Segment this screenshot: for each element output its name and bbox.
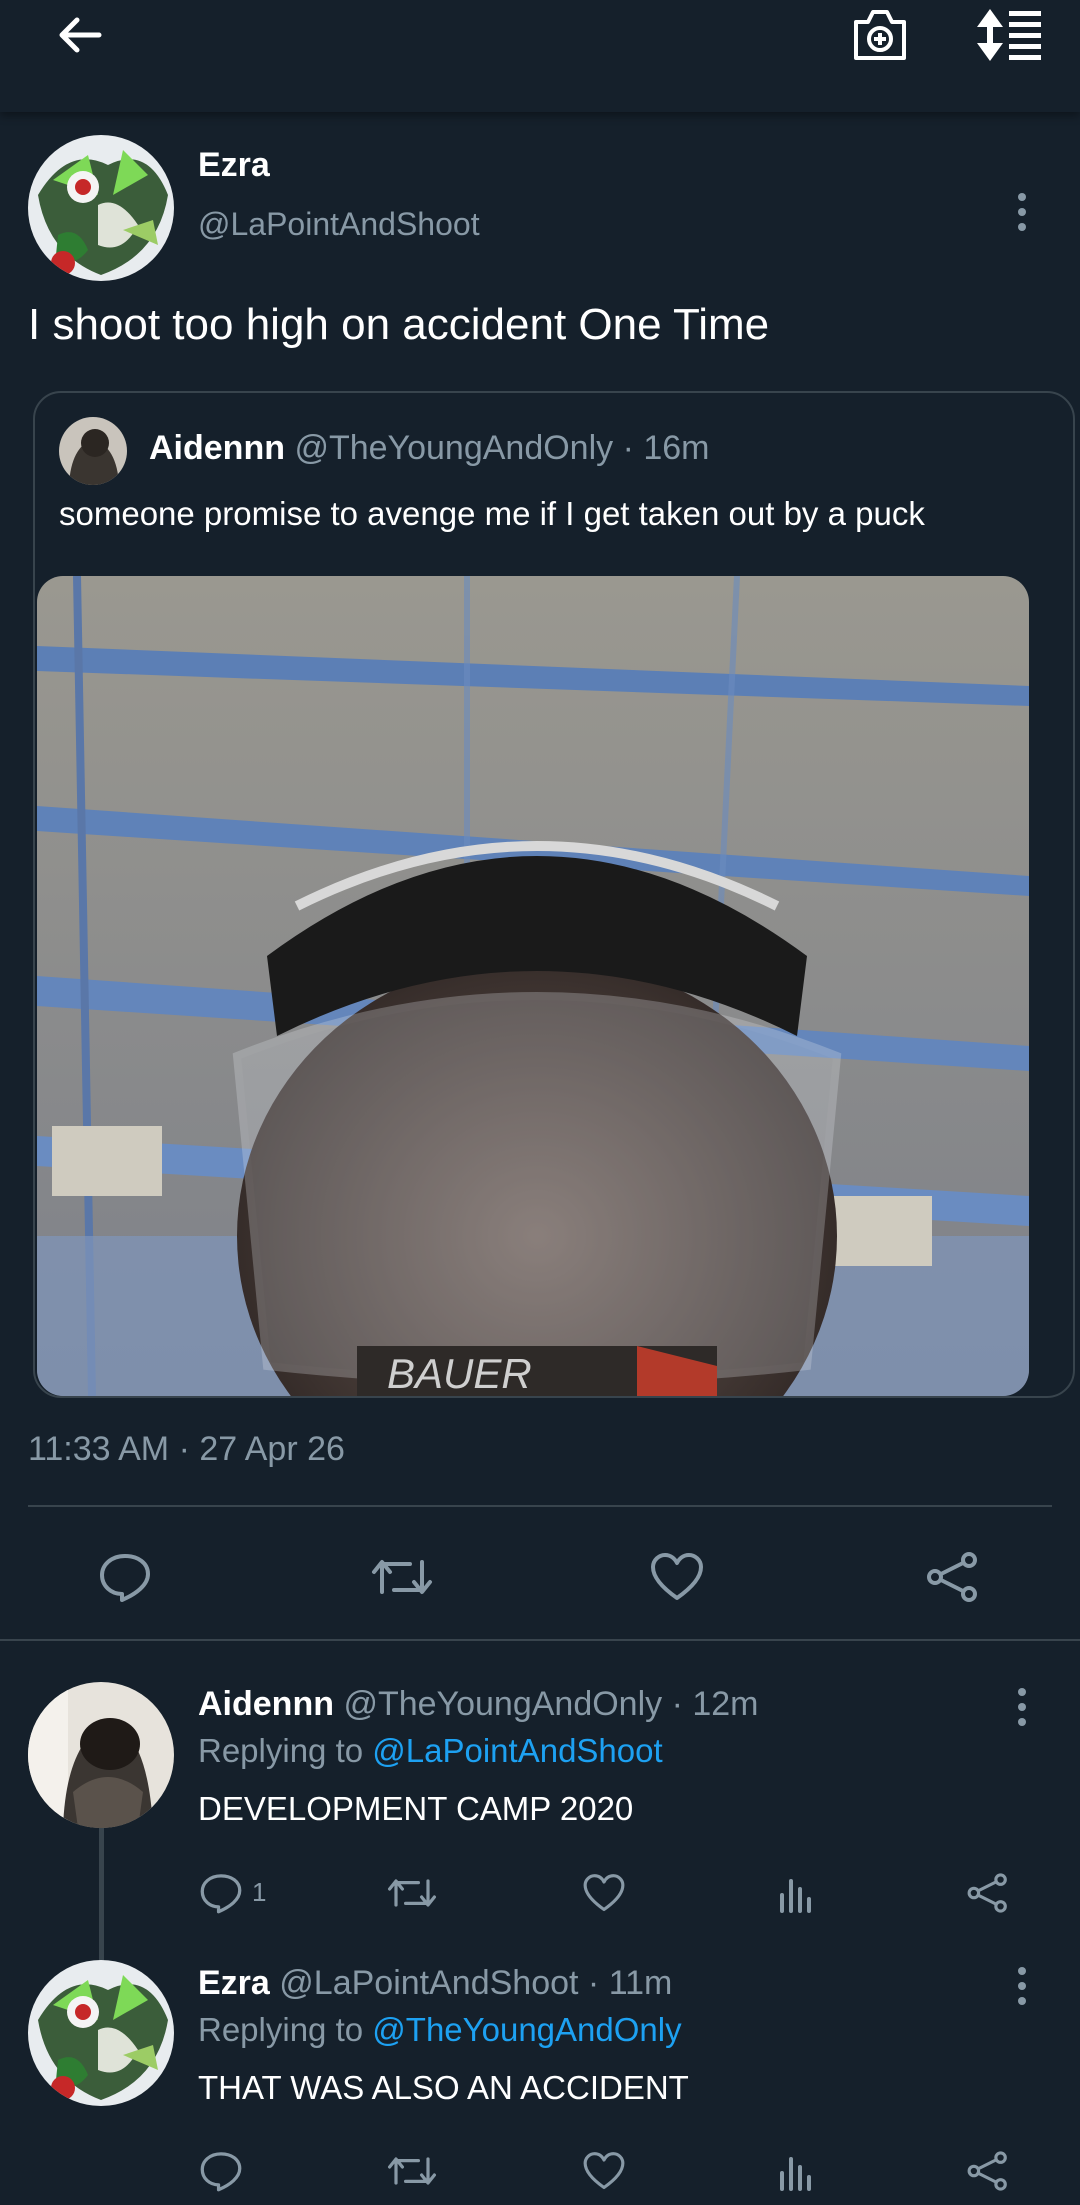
quote-time: · 16m	[622, 429, 710, 467]
avatar-image	[28, 1960, 174, 2106]
quote-media-image[interactable]: BAUER	[37, 576, 1029, 1396]
share-button[interactable]	[962, 1867, 1014, 1919]
reply-time: · 11m	[587, 1964, 673, 2002]
like-button[interactable]	[578, 2145, 630, 2197]
retweet-button[interactable]	[384, 2145, 440, 2197]
top-app-bar	[0, 0, 1080, 112]
reply-icon	[200, 1874, 242, 1914]
reply-author-handle[interactable]: @LaPointAndShoot	[279, 1964, 578, 2002]
tweet-timestamp: 11:33 AM · 27 Apr 26	[28, 1430, 345, 1468]
more-vertical-icon	[1018, 1967, 1026, 2005]
divider	[0, 1639, 1080, 1641]
reply-avatar[interactable]	[28, 1960, 174, 2106]
reply-icon	[100, 1554, 150, 1602]
share-icon	[967, 2151, 1007, 2191]
author-name[interactable]: Ezra	[198, 146, 270, 185]
camera-plus-icon	[854, 10, 906, 60]
replying-to: Replying to @LaPointAndShoot	[198, 1732, 663, 1770]
quote-author-avatar	[59, 417, 127, 485]
avatar-image	[28, 1682, 174, 1828]
analytics-icon	[780, 1879, 811, 1913]
like-icon	[651, 1553, 703, 1600]
retweet-icon	[387, 1879, 436, 1907]
reply-icon	[200, 2152, 242, 2192]
sort-icon	[977, 9, 1041, 61]
share-icon	[967, 1873, 1007, 1913]
reply-header: Ezra @LaPointAndShoot · 11m	[198, 1964, 672, 2003]
helmet-brand-text: BAUER	[387, 1350, 532, 1396]
reply-author-handle[interactable]: @TheYoungAndOnly	[343, 1685, 662, 1723]
reply-more-button[interactable]	[1002, 1677, 1042, 1737]
reply-text: THAT WAS ALSO AN ACCIDENT	[198, 2069, 689, 2106]
reply-author-name[interactable]: Aidennn	[198, 1685, 334, 1723]
reply-button[interactable]	[195, 1867, 247, 1919]
like-icon	[583, 2152, 625, 2190]
retweet-button[interactable]	[365, 1542, 439, 1612]
replying-to-link[interactable]: @LaPointAndShoot	[372, 1732, 662, 1769]
reply-avatar[interactable]	[28, 1682, 174, 1828]
retweet-icon	[372, 1560, 432, 1594]
divider	[28, 1505, 1052, 1507]
replying-to-link[interactable]: @TheYoungAndOnly	[372, 2011, 681, 2048]
arrow-left-icon	[59, 17, 102, 53]
avatar-image	[59, 417, 127, 485]
reply-author-name[interactable]: Ezra	[198, 1964, 270, 2002]
hockey-helmet-photo: BAUER	[37, 576, 1029, 1396]
replying-to-label: Replying to	[198, 2011, 364, 2048]
back-button[interactable]	[40, 0, 120, 70]
more-options-button[interactable]	[1002, 182, 1042, 242]
author-avatar[interactable]	[28, 135, 174, 281]
reply-button[interactable]	[195, 2145, 247, 2197]
analytics-icon	[780, 2157, 811, 2191]
quoted-tweet[interactable]: Aidennn @TheYoungAndOnly · 16m someone p…	[33, 391, 1075, 1398]
share-button[interactable]	[962, 2145, 1014, 2197]
more-vertical-icon	[1018, 193, 1026, 231]
sort-button[interactable]	[970, 0, 1050, 70]
quote-header: Aidennn @TheYoungAndOnly · 16m	[149, 429, 710, 468]
author-handle[interactable]: @LaPointAndShoot	[198, 206, 480, 243]
like-icon	[583, 1874, 625, 1912]
analytics-button[interactable]	[770, 1867, 822, 1919]
more-vertical-icon	[1018, 1688, 1026, 1726]
retweet-icon	[387, 2157, 436, 2185]
reply-count: 1	[252, 1877, 267, 1907]
reply-button[interactable]	[90, 1542, 160, 1612]
reply-time: · 12m	[671, 1685, 759, 1723]
quote-author-name: Aidennn	[149, 429, 285, 467]
quote-author-handle: @TheYoungAndOnly	[294, 429, 614, 467]
tweet-text: I shoot too high on accident One Time	[28, 300, 770, 349]
replying-to-label: Replying to	[198, 1732, 364, 1769]
reply-text: DEVELOPMENT CAMP 2020	[198, 1790, 634, 1827]
share-icon	[927, 1552, 977, 1602]
analytics-button[interactable]	[770, 2145, 822, 2197]
retweet-button[interactable]	[384, 1867, 440, 1919]
like-button[interactable]	[642, 1542, 712, 1612]
avatar-image	[28, 135, 174, 281]
reply-header: Aidennn @TheYoungAndOnly · 12m	[198, 1685, 759, 1724]
replying-to: Replying to @TheYoungAndOnly	[198, 2011, 682, 2049]
share-button[interactable]	[918, 1542, 988, 1612]
camera-button[interactable]	[840, 0, 920, 70]
reply-more-button[interactable]	[1002, 1956, 1042, 2016]
like-button[interactable]	[578, 1867, 630, 1919]
quote-text: someone promise to avenge me if I get ta…	[59, 495, 925, 532]
